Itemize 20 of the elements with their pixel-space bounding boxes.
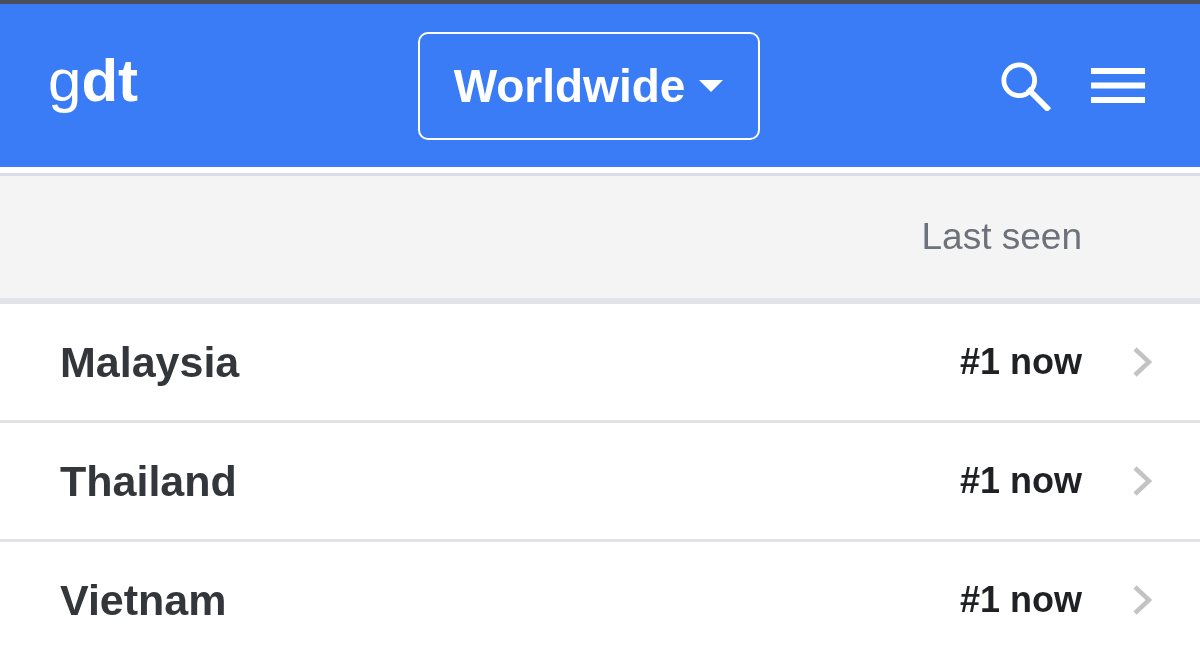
last-seen-value: #1 now [959,579,1082,621]
column-heading: Last seen [921,216,1082,258]
country-name: Thailand [60,456,237,506]
region-dropdown-button[interactable]: Worldwide [417,31,760,140]
logo-link[interactable]: gdt [48,50,138,111]
search-button[interactable] [999,60,1051,111]
country-name: Vietnam [60,575,227,625]
menu-icon [1091,68,1145,103]
chevron-right-icon [1132,465,1152,497]
search-icon [999,60,1051,111]
country-name: Malaysia [60,337,240,387]
chevron-right-icon [1132,584,1152,616]
country-row[interactable]: Vietnam #1 now [0,542,1200,652]
chevron-right-icon [1132,346,1152,378]
menu-button[interactable] [1091,68,1145,103]
country-row[interactable]: Thailand #1 now [0,423,1200,542]
country-row[interactable]: Malaysia #1 now [0,304,1200,423]
caret-icon [699,79,724,92]
last-seen-value: #1 now [959,341,1082,383]
last-seen-value: #1 now [959,460,1082,502]
